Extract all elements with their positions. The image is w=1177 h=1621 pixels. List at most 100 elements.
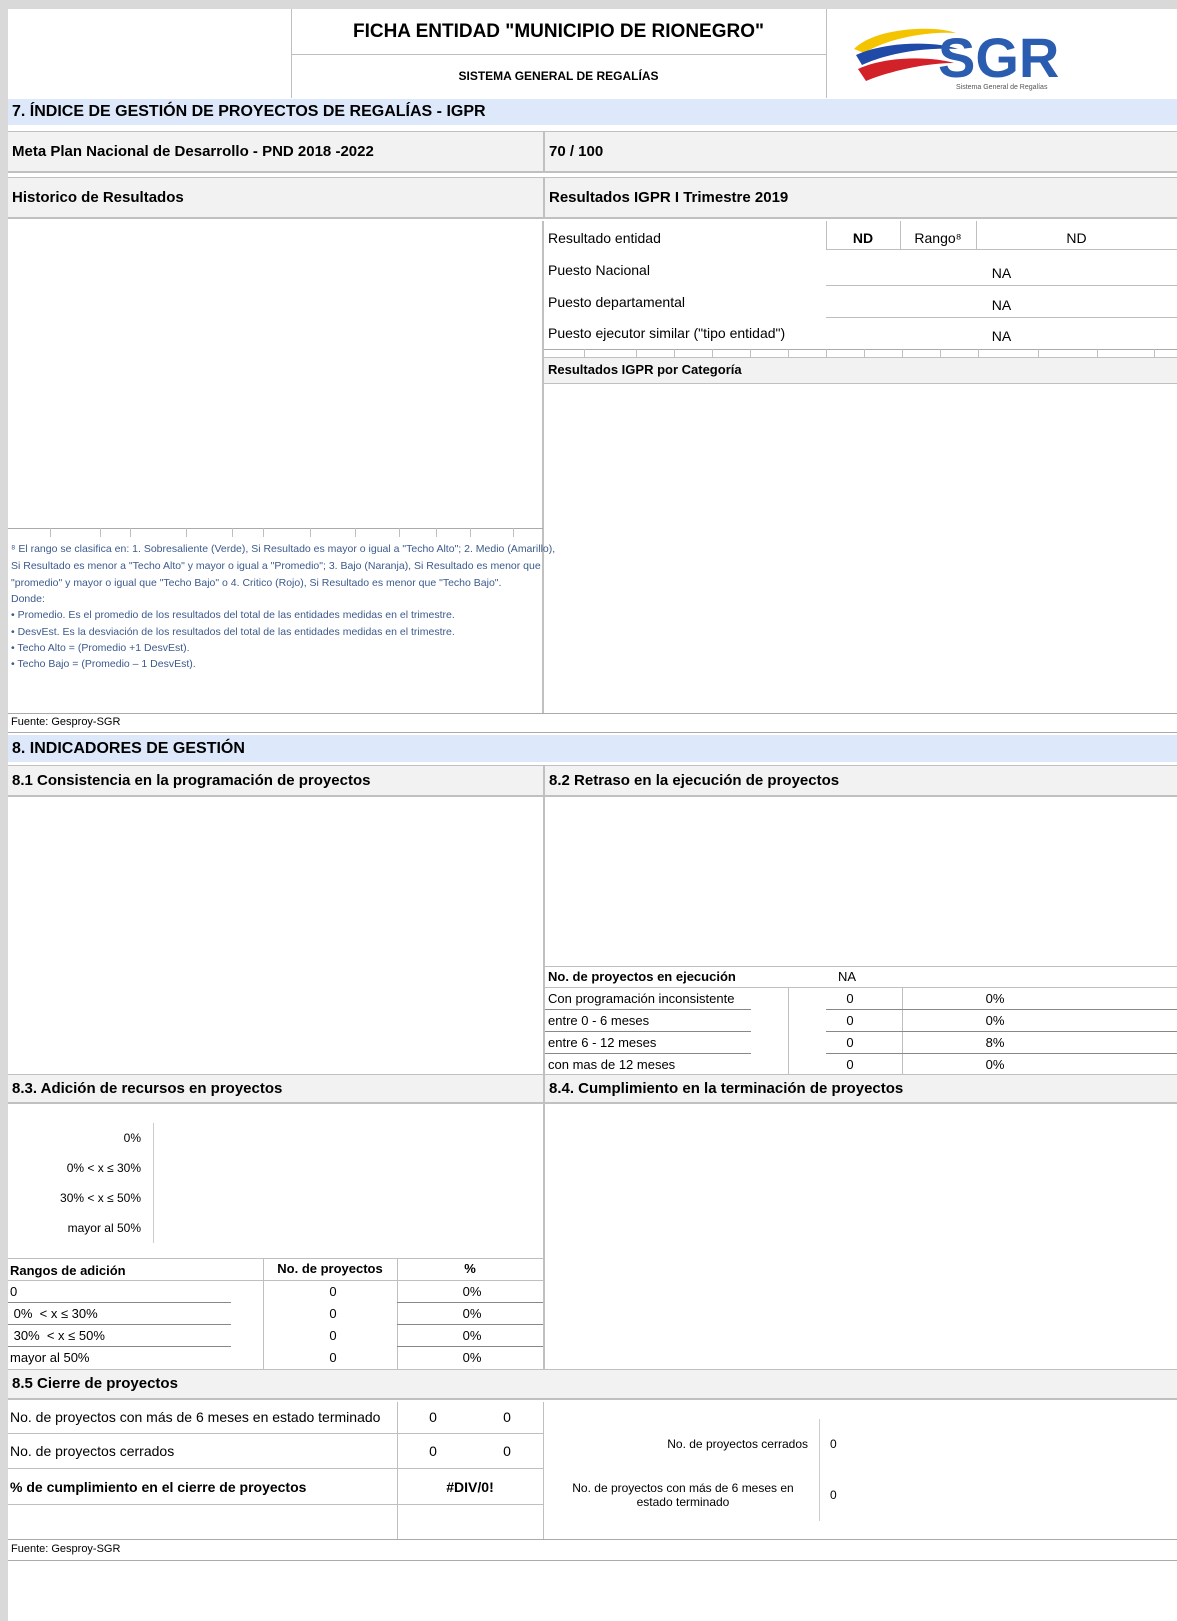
row-count: 0 (329, 1328, 337, 1343)
s83-label: 8.3. Adición de recursos en proyectos (8, 1074, 543, 1104)
chart-axis-line (819, 1419, 820, 1521)
footnote-line: ⁸ El rango se clasifica en: 1. Sobresali… (11, 543, 556, 555)
cell-border (8, 1468, 543, 1469)
chart-category-label: 0% < x ≤ 30% (66, 1161, 141, 1175)
row-pct: 0% (462, 1284, 482, 1299)
cell-border (8, 1433, 543, 1434)
footnote-line: • Promedio. Es el promedio de los result… (11, 609, 455, 621)
cell-border (545, 966, 1177, 967)
meta-label: Meta Plan Nacional de Desarrollo - PND 2… (8, 131, 543, 173)
cell-border (826, 249, 1177, 250)
puesto-nacional-label: Puesto Nacional (548, 262, 650, 278)
s82-label: 8.2 Retraso en la ejecución de proyectos (543, 765, 1177, 797)
resultados-label: Resultados IGPR I Trimestre 2019 (543, 177, 1177, 219)
footnote-line: • Techo Bajo = (Promedio – 1 DesvEst). (11, 658, 196, 670)
footnote-line: Donde: (11, 593, 45, 605)
puesto-similar-value: NA (991, 328, 1012, 344)
header-divider (291, 54, 826, 55)
row-pct: 0% (985, 1057, 1005, 1072)
row-pct: 0% (462, 1328, 482, 1343)
row-count: 0 (846, 1013, 854, 1028)
historico-label: Historico de Resultados (8, 177, 543, 219)
s83-col-range: Rangos de adición (10, 1263, 126, 1278)
cell-border (397, 1402, 398, 1539)
categoria-label: Resultados IGPR por Categoría (544, 357, 1177, 384)
page-title: FICHA ENTIDAD "MUNICIPIO DE RIONEGRO" (352, 21, 765, 42)
puesto-departamental-value: NA (991, 297, 1012, 313)
footnote-line: • Techo Alto = (Promedio +1 DesvEst). (11, 642, 190, 654)
s85-row-label: No. de proyectos con más de 6 meses en e… (10, 1409, 381, 1425)
table-row: con mas de 12 meses 0 0% (545, 1053, 1177, 1075)
footnote-line: Si Resultado es menor a "Techo Alto" y m… (11, 560, 541, 572)
row-label: entre 6 - 12 meses (548, 1035, 657, 1050)
chart-category-label: mayor al 50% (67, 1221, 141, 1235)
section7-title: 7. ÍNDICE DE GESTIÓN DE PROYECTOS DE REG… (8, 99, 1177, 125)
puesto-departamental-label: Puesto departamental (548, 294, 685, 310)
row-count: 0 (846, 1057, 854, 1072)
row-count: 0 (329, 1284, 337, 1299)
table-row: 0 0 0% (8, 1280, 543, 1302)
row-pct: 8% (985, 1035, 1005, 1050)
footnote-line: "promedio" y mayor o igual que "Techo Ba… (11, 577, 502, 589)
table-row: 30% < x ≤ 50% 0 0% (8, 1324, 543, 1346)
row-label: entre 0 - 6 meses (548, 1013, 650, 1028)
puesto-similar-label: Puesto ejecutor similar ("tipo entidad") (548, 325, 786, 341)
cell-border (826, 285, 1177, 286)
s85-row-label: No. de proyectos cerrados (10, 1443, 175, 1459)
row-count: 0 (329, 1350, 337, 1365)
s85-pct-label: % de cumplimiento en el cierre de proyec… (10, 1479, 307, 1495)
meta-value: 70 / 100 (543, 131, 1177, 173)
cell-border (8, 713, 1177, 714)
header-divider (826, 9, 827, 98)
s85-row-v2: 0 (503, 1443, 511, 1459)
s83-col-pct: % (464, 1261, 476, 1276)
rango-label: Rango⁸ (914, 230, 962, 246)
cell-border (8, 1560, 1177, 1561)
chart-tick-row (8, 528, 543, 537)
report-page: FICHA ENTIDAD "MUNICIPIO DE RIONEGRO" SI… (8, 9, 1177, 1621)
chart-category-label: No. de proyectos cerrados (667, 1437, 808, 1451)
s84-label: 8.4. Cumplimiento en la terminación de p… (543, 1074, 1177, 1104)
chart-category-label: No. de proyectos con más de 6 meses en e… (572, 1481, 794, 1509)
cell-border (8, 1539, 1177, 1540)
chart-value-label: 0 (830, 1488, 837, 1502)
puesto-nacional-value: NA (991, 265, 1012, 281)
row-count: 0 (329, 1306, 337, 1321)
fuente-note: Fuente: Gesproy-SGR (11, 1543, 121, 1555)
cell-border (8, 732, 1177, 733)
table-row: entre 0 - 6 meses 0 0% (545, 1009, 1177, 1031)
chart-axis-line (153, 1123, 154, 1243)
row-count: 0 (846, 991, 854, 1006)
row-label: 30% < x ≤ 50% (10, 1328, 105, 1343)
row-label: 0% < x ≤ 30% (10, 1306, 98, 1321)
row-pct: 0% (462, 1350, 482, 1365)
chart-value-label: 0 (830, 1437, 837, 1451)
s85-pct-value: #DIV/0! (446, 1479, 494, 1495)
s85-row-v2: 0 (503, 1409, 511, 1425)
column-divider (543, 1104, 545, 1369)
row-label: mayor al 50% (10, 1350, 90, 1365)
svg-text:SGR: SGR (938, 26, 1059, 89)
cell-border (826, 317, 1177, 318)
row-pct: 0% (462, 1306, 482, 1321)
s83-col-count: No. de proyectos (277, 1261, 383, 1276)
cell-border (8, 1504, 543, 1505)
row-pct: 0% (985, 1013, 1005, 1028)
s85-label: 8.5 Cierre de proyectos (8, 1369, 1177, 1400)
s85-row-v1: 0 (429, 1443, 437, 1459)
row-label: con mas de 12 meses (548, 1057, 676, 1072)
table-row: 0% < x ≤ 30% 0 0% (8, 1302, 543, 1324)
table-row: mayor al 50% 0 0% (8, 1346, 543, 1368)
chart-category-label: 30% < x ≤ 50% (60, 1191, 141, 1205)
s85-row-v1: 0 (429, 1409, 437, 1425)
section8-title: 8. INDICADORES DE GESTIÓN (8, 735, 1177, 762)
historico-chart-area (8, 221, 544, 713)
s82-header-value: NA (838, 969, 857, 984)
footnote-line: • DesvEst. Es la desviación de los resul… (11, 626, 455, 638)
chart-category-label: 0% (123, 1131, 141, 1145)
cell-border (8, 1258, 543, 1259)
resultado-entidad-value: ND (852, 230, 874, 246)
cell-border (543, 1402, 544, 1539)
rango-value: ND (1066, 230, 1087, 246)
fuente-note: Fuente: Gesproy-SGR (11, 716, 121, 728)
